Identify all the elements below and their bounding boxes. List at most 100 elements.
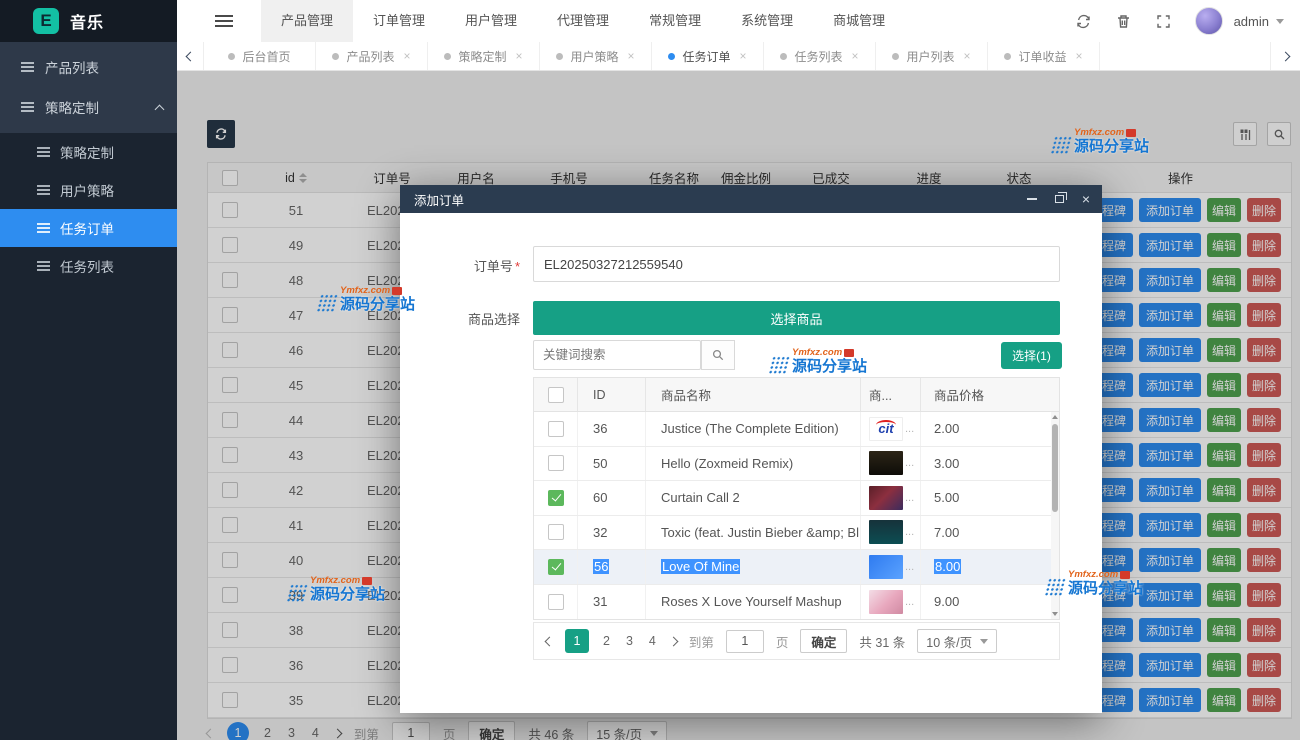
page-number[interactable]: 2 [601, 634, 612, 648]
tab[interactable]: 用户策略 × [540, 42, 652, 70]
tab[interactable]: 任务订单× [652, 42, 764, 70]
product-table-body: 36Justice (The Complete Edition)cit...2.… [534, 412, 1059, 619]
sidebar-subitem[interactable]: 任务订单 [0, 209, 177, 247]
scroll-down-icon[interactable] [1052, 612, 1058, 616]
row-checkbox[interactable] [548, 421, 564, 437]
list-icon [21, 62, 34, 64]
avatar[interactable] [1195, 7, 1223, 35]
row-checkbox[interactable] [548, 559, 564, 575]
maximize-icon[interactable] [1055, 195, 1064, 203]
ellipsis: ... [905, 423, 914, 435]
row-checkbox[interactable] [548, 455, 564, 471]
keyword-search-input[interactable] [533, 340, 701, 370]
tab[interactable]: 策略定制× [428, 42, 540, 70]
product-price: 2.00 [921, 412, 1053, 446]
sidebar-subitem[interactable]: 用户策略 [0, 171, 177, 209]
tab[interactable]: 订单收益× [988, 42, 1100, 70]
nav-item[interactable]: 代理管理 [537, 0, 629, 42]
product-thumbnail [869, 590, 903, 614]
keyword-search-button[interactable] [701, 340, 735, 370]
top-nav: 产品管理订单管理用户管理代理管理常规管理系统管理商城管理 [261, 0, 905, 42]
page-size-select[interactable]: 10 条/页 [917, 629, 997, 653]
select-all-checkbox[interactable] [548, 387, 564, 403]
page-next-icon[interactable] [670, 634, 677, 648]
ellipsis: ... [905, 561, 914, 573]
order-no-input[interactable] [533, 246, 1060, 282]
fullscreen-icon[interactable] [1155, 13, 1172, 30]
modal-title: 添加订单 [414, 190, 464, 209]
tab[interactable]: 用户列表× [876, 42, 988, 70]
tab-close-icon[interactable]: × [852, 49, 859, 63]
row-checkbox[interactable] [548, 490, 564, 506]
product-price-text: 9.00 [934, 594, 959, 609]
nav-item[interactable]: 系统管理 [721, 0, 813, 42]
row-checkbox-cell [534, 516, 578, 550]
sidebar-item[interactable]: 产品列表 [0, 47, 177, 87]
product-name-text: Roses X Love Yourself Mashup [661, 594, 842, 609]
minimize-icon[interactable] [1027, 198, 1037, 200]
product-row: 60Curtain Call 2...5.00 [534, 481, 1059, 516]
product-price: 3.00 [921, 447, 1053, 481]
tabs-scroll-right[interactable] [1270, 42, 1300, 70]
sidebar-subitem[interactable]: 任务列表 [0, 247, 177, 285]
page-unit-label: 页 [776, 632, 789, 651]
app-logo: E [33, 8, 59, 34]
tab-close-icon[interactable]: × [1076, 49, 1083, 63]
scroll-up-icon[interactable] [1052, 415, 1058, 419]
user-menu[interactable]: admin [1234, 14, 1284, 29]
tab-close-icon[interactable]: × [516, 49, 523, 63]
product-thumbnail: cit [869, 417, 903, 441]
ellipsis: ... [905, 457, 914, 469]
nav-item[interactable]: 订单管理 [353, 0, 445, 42]
product-id-text: 32 [593, 525, 607, 540]
menu-toggle-icon[interactable] [215, 15, 233, 17]
order-no-label: 订单号* [400, 256, 520, 275]
product-thumbnail [869, 555, 903, 579]
confirm-button[interactable]: 确定 [800, 629, 847, 653]
sidebar-subitem[interactable]: 策略定制 [0, 133, 177, 171]
tab[interactable]: 任务列表× [764, 42, 876, 70]
tab-dot-icon [228, 53, 235, 60]
tab-label: 用户策略 [570, 48, 618, 65]
required-mark: * [515, 259, 520, 274]
page-number[interactable]: 4 [647, 634, 658, 648]
product-price: 7.00 [921, 516, 1053, 550]
choose-product-button[interactable]: 选择商品 [533, 301, 1060, 335]
tab[interactable]: 后台首页 [204, 42, 316, 70]
modal-titlebar: 添加订单 × [400, 185, 1102, 213]
nav-item[interactable]: 产品管理 [261, 0, 353, 42]
goto-page-input[interactable] [726, 630, 764, 653]
product-name: Curtain Call 2 [646, 481, 861, 515]
nav-item[interactable]: 用户管理 [445, 0, 537, 42]
nav-item[interactable]: 商城管理 [813, 0, 905, 42]
tab-close-icon[interactable]: × [740, 49, 747, 63]
product-id: 56 [578, 550, 646, 584]
sidebar-item[interactable]: 策略定制 [0, 87, 177, 127]
product-name: Roses X Love Yourself Mashup [646, 585, 861, 620]
product-id: 60 [578, 481, 646, 515]
page-number[interactable]: 1 [565, 629, 589, 653]
close-icon[interactable]: × [1082, 192, 1090, 206]
product-name-text: Toxic (feat. Justin Bieber &amp; Bl... [661, 525, 861, 540]
trash-icon[interactable] [1115, 13, 1132, 30]
tab[interactable]: 产品列表× [316, 42, 428, 70]
tabs-scroll-left[interactable] [177, 42, 204, 70]
refresh-icon[interactable] [1075, 13, 1092, 30]
row-checkbox[interactable] [548, 594, 564, 610]
tab-close-icon[interactable]: × [404, 49, 411, 63]
nav-item[interactable]: 常规管理 [629, 0, 721, 42]
product-thumbnail-cell: ... [861, 481, 921, 515]
page-number[interactable]: 3 [624, 634, 635, 648]
tab-dot-icon [1004, 53, 1011, 60]
tab-close-icon[interactable]: × [628, 49, 635, 63]
row-checkbox-cell [534, 412, 578, 446]
tab-dot-icon [444, 53, 451, 60]
page-prev-icon[interactable] [546, 634, 553, 648]
product-table-scrollbar[interactable] [1051, 412, 1059, 619]
row-checkbox[interactable] [548, 524, 564, 540]
select-count-button[interactable]: 选择(1) [1001, 342, 1062, 369]
tab-close-icon[interactable]: × [964, 49, 971, 63]
product-price-text: 8.00 [934, 559, 961, 574]
sidebar-subitem-label: 任务列表 [60, 256, 114, 276]
scrollbar-thumb[interactable] [1052, 424, 1058, 512]
